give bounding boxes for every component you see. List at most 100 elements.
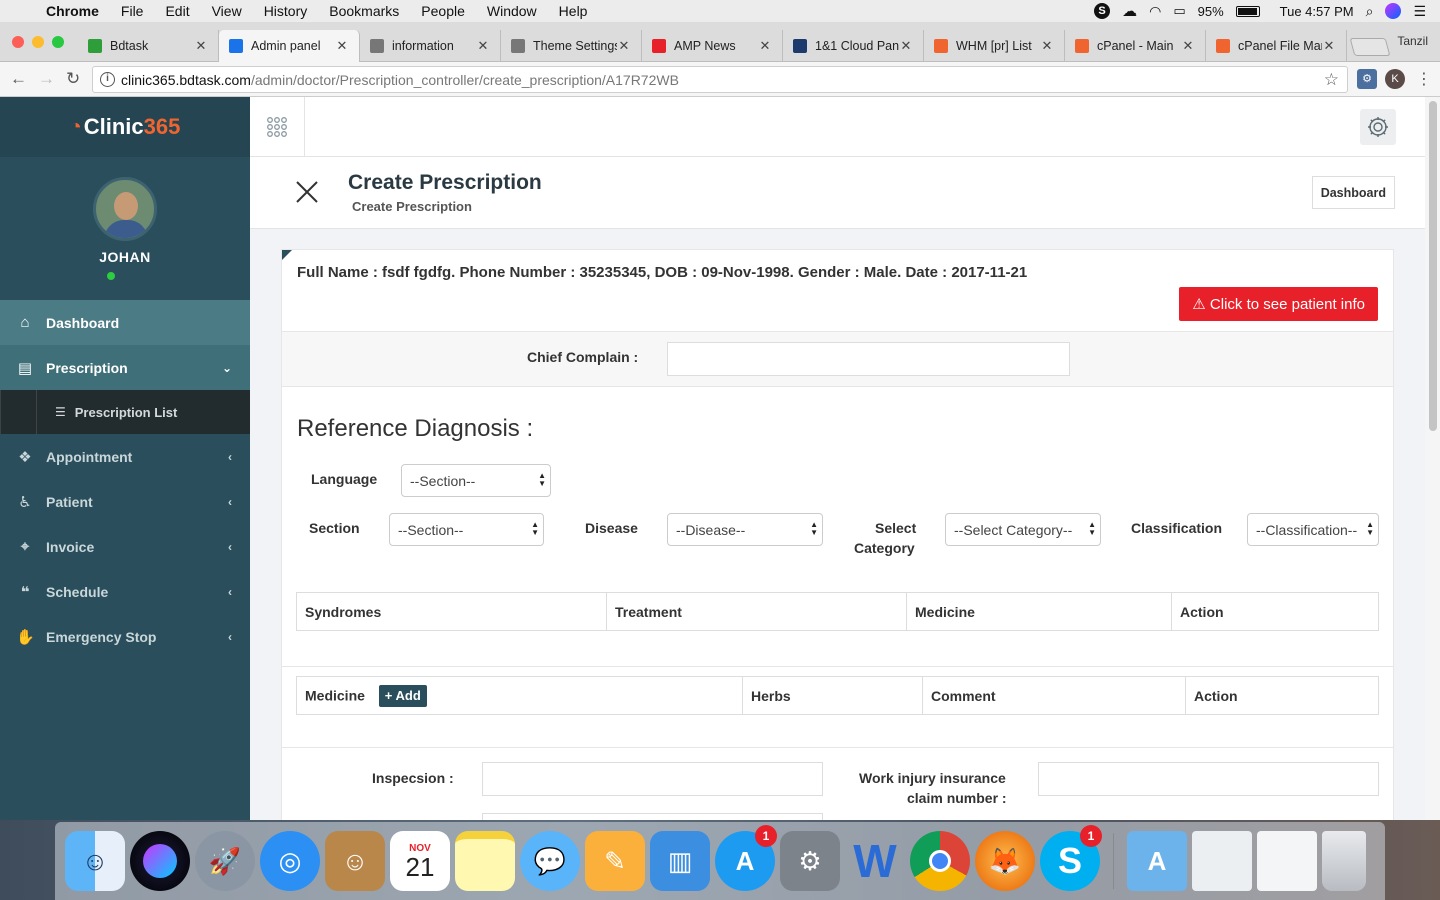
firefox-icon[interactable]: 🦊	[975, 831, 1035, 891]
clock[interactable]: Tue 4:57 PM	[1280, 4, 1354, 19]
sidebar-item-schedule[interactable]: ❝ Schedule ‹	[0, 569, 250, 614]
chrome-menu-icon[interactable]: ⋮	[1416, 69, 1432, 89]
calendar-day: 21	[405, 851, 435, 882]
sidebar-item-patient[interactable]: ♿ Patient ‹	[0, 479, 250, 524]
back-arrow-icon[interactable]: ←	[10, 69, 27, 89]
apps-grid-icon[interactable]	[250, 97, 305, 157]
tab-5[interactable]: 1&1 Cloud Panel✕	[783, 30, 924, 62]
page-title: Create Prescription	[348, 171, 542, 194]
tab-3[interactable]: Theme Settings ✕	[501, 30, 642, 62]
site-info-icon[interactable]: i	[100, 72, 115, 87]
siri-icon[interactable]	[130, 831, 190, 891]
finder-icon[interactable]: ☺	[65, 831, 125, 891]
close-tab-icon[interactable]: ✕	[476, 38, 490, 54]
close-icon[interactable]	[294, 179, 320, 205]
menu-help[interactable]: Help	[548, 3, 599, 19]
forward-arrow-icon[interactable]: →	[38, 69, 55, 89]
calendar-icon[interactable]: NOV 21	[390, 831, 450, 891]
profile-avatar-icon[interactable]: K	[1385, 69, 1405, 89]
new-tab-button[interactable]	[1349, 38, 1391, 56]
tab-1[interactable]: Admin panel ✕	[219, 30, 360, 62]
downloads-stack-icon[interactable]	[1257, 831, 1317, 891]
launchpad-icon[interactable]: 🚀	[195, 831, 255, 891]
extension-icon[interactable]: ⚙	[1357, 69, 1377, 89]
user-avatar[interactable]	[93, 177, 157, 241]
notes-icon[interactable]	[455, 831, 515, 891]
sidebar-item-invoice[interactable]: ⌖ Invoice ‹	[0, 524, 250, 569]
language-select[interactable]: --Section-- ▲ ▼	[401, 464, 551, 497]
menu-view[interactable]: View	[201, 3, 253, 19]
system-preferences-icon[interactable]: ⚙	[780, 831, 840, 891]
pages-icon[interactable]: ✎	[585, 831, 645, 891]
tab-6[interactable]: WHM [pr] List ✕	[924, 30, 1065, 62]
safari-icon[interactable]: ◎	[260, 831, 320, 891]
scrollbar-thumb[interactable]	[1429, 101, 1437, 431]
app-store-icon[interactable]: A 1	[715, 825, 777, 891]
trash-icon[interactable]	[1322, 831, 1366, 891]
applications-folder-icon[interactable]: A	[1127, 831, 1187, 891]
minimize-window-button[interactable]	[32, 36, 44, 48]
zoom-window-button[interactable]	[52, 36, 64, 48]
second-input[interactable]	[482, 813, 823, 820]
menu-bookmarks[interactable]: Bookmarks	[318, 3, 410, 19]
menu-edit[interactable]: Edit	[154, 3, 200, 19]
close-tab-icon[interactable]: ✕	[1040, 38, 1054, 54]
work-injury-label-line1: Work injury insurance	[859, 770, 1006, 786]
airplay-icon[interactable]: ▭	[1173, 3, 1185, 19]
siri-icon[interactable]	[1385, 3, 1402, 19]
sidebar-item-dashboard[interactable]: ⌂ Dashboard	[0, 300, 250, 345]
menu-file[interactable]: File	[110, 3, 155, 19]
inspection-input[interactable]	[482, 762, 823, 796]
close-tab-icon[interactable]: ✕	[758, 38, 772, 54]
close-tab-icon[interactable]: ✕	[899, 38, 913, 54]
add-medicine-button[interactable]: + Add	[378, 684, 427, 707]
close-tab-icon[interactable]: ✕	[1322, 38, 1336, 54]
skype-status-icon[interactable]: S	[1094, 3, 1111, 19]
tab-0[interactable]: Bdtask ✕	[78, 30, 219, 62]
keynote-icon[interactable]: ▥	[650, 831, 710, 891]
close-window-button[interactable]	[12, 36, 24, 48]
chrome-icon[interactable]	[910, 831, 970, 891]
tab-7[interactable]: cPanel - Main ✕	[1065, 30, 1206, 62]
bookmark-star-icon[interactable]: ☆	[1324, 70, 1339, 90]
menu-window[interactable]: Window	[476, 3, 548, 19]
battery-icon[interactable]	[1235, 5, 1260, 17]
sidebar-item-appointment[interactable]: ❖ Appointment ‹	[0, 434, 250, 479]
sidebar-item-prescription[interactable]: ▤ Prescription ⌄	[0, 345, 250, 390]
close-tab-icon[interactable]: ✕	[335, 38, 349, 54]
dashboard-button[interactable]: Dashboard	[1311, 176, 1395, 209]
wifi-icon[interactable]: ◠	[1149, 3, 1161, 20]
menu-app-name[interactable]: Chrome	[38, 3, 110, 19]
close-tab-icon[interactable]: ✕	[617, 38, 631, 54]
spotlight-icon[interactable]: ⌕	[1366, 3, 1374, 20]
category-select[interactable]: --Select Category-- ▲ ▼	[945, 513, 1101, 546]
messages-icon[interactable]: 💬	[520, 831, 580, 891]
tab-8[interactable]: cPanel File Manager✕	[1206, 30, 1347, 62]
notification-center-icon[interactable]: ☰	[1413, 3, 1426, 20]
tab-2[interactable]: information ✕	[360, 30, 501, 62]
work-injury-input[interactable]	[1038, 762, 1379, 796]
profile-name[interactable]: Tanzil	[1397, 34, 1428, 48]
sidebar-item-emergency-stop[interactable]: ✋ Emergency Stop ‹	[0, 614, 250, 659]
patient-info-button[interactable]: ⚠ Click to see patient info	[1179, 287, 1378, 321]
close-tab-icon[interactable]: ✕	[1181, 38, 1195, 54]
address-bar[interactable]: i clinic365.bdtask.com/admin/doctor/Pres…	[92, 66, 1348, 93]
creative-cloud-icon[interactable]: ☁	[1122, 2, 1137, 20]
sidebar-item-prescription-list[interactable]: ☰ Prescription List	[0, 390, 250, 434]
section-select[interactable]: --Section-- ▲ ▼	[389, 513, 544, 546]
close-tab-icon[interactable]: ✕	[194, 38, 208, 54]
clinic-logo[interactable]: ◔ Clinic 365	[0, 97, 250, 157]
menu-history[interactable]: History	[253, 3, 319, 19]
settings-button[interactable]	[1360, 109, 1396, 145]
classification-select[interactable]: --Classification-- ▲ ▼	[1247, 513, 1379, 546]
page-scrollbar[interactable]	[1425, 97, 1440, 820]
disease-select[interactable]: --Disease-- ▲ ▼	[667, 513, 823, 546]
skype-icon[interactable]: S 1	[1040, 825, 1102, 891]
reload-icon[interactable]: ↻	[66, 69, 80, 89]
menu-people[interactable]: People	[410, 3, 476, 19]
documents-stack-icon[interactable]	[1192, 831, 1252, 891]
chief-complain-input[interactable]	[667, 342, 1070, 376]
contacts-icon[interactable]: ☺	[325, 831, 385, 891]
word-icon[interactable]: W	[845, 831, 905, 891]
tab-4[interactable]: AMP News ✕	[642, 30, 783, 62]
